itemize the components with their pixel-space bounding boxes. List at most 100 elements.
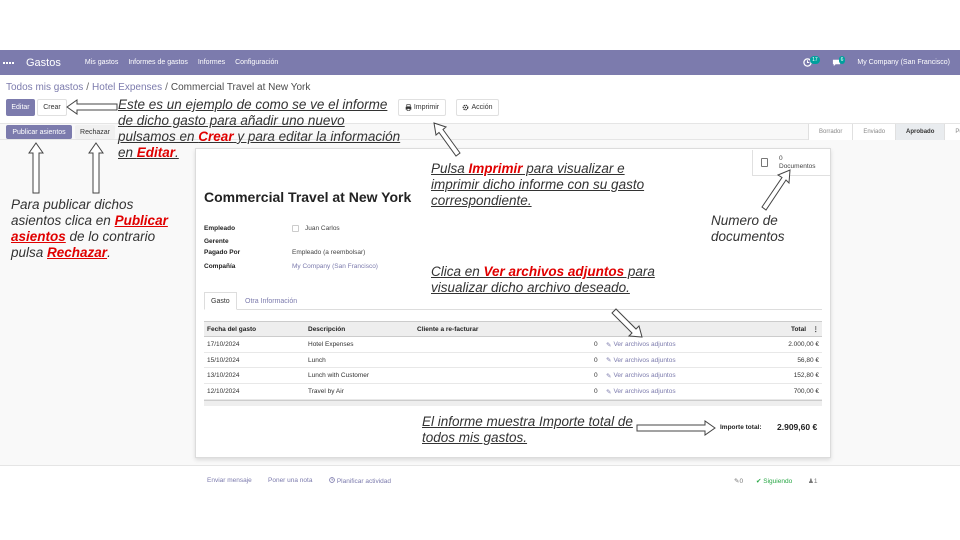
cell-quantity: 0 xyxy=(594,356,598,364)
table-row[interactable]: 13/10/2024 Lunch with Customer 0 ✎ Ver archi… xyxy=(204,368,822,385)
topbar-systray: 17 6 My Company (San Francisco) xyxy=(803,50,950,75)
schedule-activity-button[interactable]: Planificar actividad xyxy=(329,477,391,485)
edit-button[interactable]: Editar xyxy=(6,99,35,116)
cell-quantity: 0 xyxy=(594,341,598,348)
activity-button[interactable]: 17 xyxy=(803,56,820,67)
stage-approved[interactable]: Aprobado xyxy=(895,124,945,140)
reject-button[interactable]: Rechazar xyxy=(75,125,115,139)
col-date[interactable]: Fecha del gasto xyxy=(207,322,256,336)
top-navbar: Gastos Mis gastos Informes de gastos Inf… xyxy=(0,50,960,75)
view-attachments-label: Ver archivos adjuntos xyxy=(613,372,676,380)
printer-icon xyxy=(405,104,412,111)
arrow-up-right-icon xyxy=(761,169,791,211)
action-button-label: Acción xyxy=(471,104,493,111)
stage-submitted[interactable]: Enviado xyxy=(852,124,896,140)
paid-by-label: Pagado Por xyxy=(204,249,241,256)
stage-draft[interactable]: Borrador xyxy=(808,124,853,140)
view-attachments-link[interactable]: ✎ Ver archivos adjuntos xyxy=(606,368,676,383)
arrow-left-icon xyxy=(66,99,118,115)
employee-label: Empleado xyxy=(204,225,236,232)
app-name[interactable]: Gastos xyxy=(26,57,61,69)
table-header: Fecha del gasto Descripción Cliente a re… xyxy=(204,321,822,337)
employee-value[interactable]: Juan Carlos xyxy=(292,225,340,232)
messages-button[interactable]: 6 xyxy=(832,56,846,67)
total-amount-label: Importe total: xyxy=(720,424,762,431)
table-row[interactable]: 15/10/2024 Lunch 0 ✎ Ver archivos adjuntos 56… xyxy=(204,353,822,369)
menu-mis-gastos[interactable]: Mis gastos xyxy=(85,59,118,66)
total-amount-value: 2.909,60 € xyxy=(777,422,818,432)
cell-description: Travel by Air xyxy=(308,388,344,396)
cell-date: 13/10/2024 xyxy=(207,372,240,380)
apps-menu-icon[interactable] xyxy=(3,61,17,64)
odoo-expense-report-screen: Gastos Mis gastos Informes de gastos Inf… xyxy=(0,0,960,540)
col-client[interactable]: Cliente a re-facturar xyxy=(417,322,478,336)
create-button[interactable]: Crear xyxy=(37,99,67,116)
paperclip-icon: ✎ xyxy=(606,357,612,365)
view-attachments-link[interactable]: ✎ Ver archivos adjuntos xyxy=(606,353,676,368)
report-title: Commercial Travel at New York xyxy=(204,189,412,205)
arrow-down-right-icon xyxy=(611,308,643,338)
activity-count-badge: 17 xyxy=(810,56,820,64)
annotation-edit-create: Este es un ejemplo de como se ve el info… xyxy=(118,97,401,160)
view-attachments-link[interactable]: ✎ Ver archivos adjuntos xyxy=(606,337,676,352)
table-row[interactable]: 12/10/2024 Travel by Air 0 ✎ Ver archivos ad… xyxy=(204,384,822,400)
paperclip-icon: ✎ xyxy=(606,372,612,380)
cell-total: 2.000,00 € xyxy=(788,341,819,348)
menu-configuracion[interactable]: Configuración xyxy=(235,59,278,66)
menu-informes[interactable]: Informes xyxy=(198,59,225,66)
breadcrumb-separator: / xyxy=(86,82,90,93)
cell-total: 56,80 € xyxy=(797,356,819,364)
col-description[interactable]: Descripción xyxy=(308,322,345,336)
schedule-activity-label: Planificar actividad xyxy=(336,478,392,485)
col-total[interactable]: Total xyxy=(791,322,806,336)
cell-date: 12/10/2024 xyxy=(207,388,240,396)
clock-icon xyxy=(329,477,335,483)
expense-lines-table: Fecha del gasto Descripción Cliente a re… xyxy=(204,321,822,406)
company-switcher[interactable]: My Company (San Francisco) xyxy=(857,59,950,66)
view-attachments-label: Ver archivos adjuntos xyxy=(613,356,676,364)
attachments-count: 0 xyxy=(739,478,744,485)
view-attachments-link[interactable]: ✎ Ver archivos adjuntos xyxy=(606,384,676,399)
cell-total: 152,80 € xyxy=(793,372,819,380)
arrow-up-left-icon xyxy=(433,122,461,157)
gear-icon xyxy=(463,104,469,111)
paid-by-value[interactable]: Empleado (a reembolsar) xyxy=(292,249,365,256)
action-button[interactable]: Acción xyxy=(456,99,499,116)
print-button[interactable]: Imprimir xyxy=(398,99,446,116)
tab-other-info[interactable]: Otra Información xyxy=(239,292,303,310)
cell-description: Hotel Expenses xyxy=(308,341,354,348)
log-note-button[interactable]: Poner una nota xyxy=(268,477,312,484)
cell-date: 17/10/2024 xyxy=(207,341,240,348)
arrow-up-icon xyxy=(88,142,104,194)
message-count-badge: 6 xyxy=(838,56,846,64)
check-icon: ✔ xyxy=(756,478,762,485)
company-label: Compañía xyxy=(204,263,236,270)
annotation-documents: Numero de documentos xyxy=(711,213,785,244)
followers-button[interactable]: ♟1 xyxy=(808,477,817,485)
annotation-print: Pulsa Imprimir para visualizar e imprimi… xyxy=(431,161,645,208)
annotation-attachments: Clica en Ver archivos adjuntos para visu… xyxy=(431,264,655,295)
view-attachments-label: Ver archivos adjuntos xyxy=(613,341,676,348)
arrow-up-icon xyxy=(28,142,44,194)
breadcrumb: Todos mis gastos / Hotel Expenses / Commerci… xyxy=(6,82,310,93)
stage-posted[interactable]: Pu xyxy=(944,124,960,140)
menu-informes-de-gastos[interactable]: Informes de gastos xyxy=(128,59,188,66)
post-entries-button[interactable]: Publicar asientos xyxy=(6,125,72,139)
following-button[interactable]: ✔ Siguiendo xyxy=(756,477,792,485)
following-label: Siguiendo xyxy=(763,478,793,485)
view-attachments-label: Ver archivos adjuntos xyxy=(613,388,676,396)
employee-name: Juan Carlos xyxy=(305,225,340,233)
send-message-button[interactable]: Enviar mensaje xyxy=(207,477,252,484)
attachments-counter[interactable]: ✎0 xyxy=(734,477,743,485)
table-row[interactable]: 17/10/2024 Hotel Expenses 0 ✎ Ver archivos a… xyxy=(204,337,822,353)
breadcrumb-item-all-expenses[interactable]: Todos mis gastos xyxy=(6,82,83,93)
column-options-icon[interactable]: ⋮ xyxy=(813,322,820,336)
arrow-right-icon xyxy=(636,420,716,436)
company-value[interactable]: My Company (San Francisco) xyxy=(292,263,378,270)
breadcrumb-item-hotel-expenses[interactable]: Hotel Expenses xyxy=(92,82,162,93)
annotation-total: El informe muestra Importe total de todo… xyxy=(422,414,633,445)
tab-expense[interactable]: Gasto xyxy=(204,292,237,310)
breadcrumb-current: Commercial Travel at New York xyxy=(170,82,311,93)
documents-count: 0 xyxy=(779,155,783,162)
file-icon xyxy=(761,158,768,167)
